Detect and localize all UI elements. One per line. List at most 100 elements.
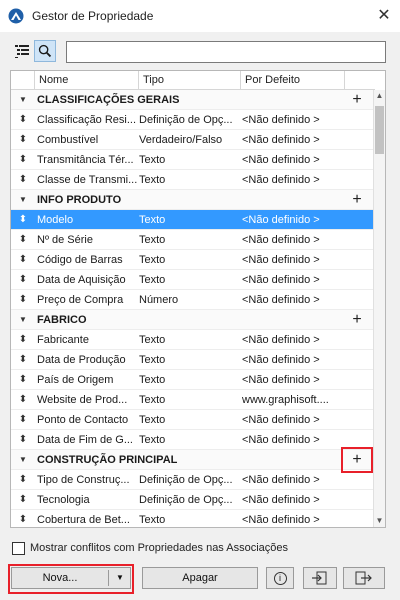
add-property-icon[interactable]: + xyxy=(348,310,366,330)
table-row[interactable]: ⬍ Data de Produção Texto <Não definido > xyxy=(11,350,375,370)
property-name: País de Origem xyxy=(37,374,114,386)
property-type: Texto xyxy=(139,234,166,246)
reorder-handle-icon[interactable]: ⬍ xyxy=(17,210,29,230)
reorder-handle-icon[interactable]: ⬍ xyxy=(17,470,29,490)
reorder-handle-icon[interactable]: ⬍ xyxy=(17,330,29,350)
property-type: Texto xyxy=(139,514,166,526)
property-default: <Não definido > xyxy=(242,294,320,306)
property-type: Verdadeiro/Falso xyxy=(139,134,223,146)
property-default: <Não definido > xyxy=(242,494,320,506)
reorder-handle-icon[interactable]: ⬍ xyxy=(17,150,29,170)
header-spacer xyxy=(11,71,35,90)
hierarchy-list-icon[interactable] xyxy=(11,40,33,62)
table-row[interactable]: ⬍ País de Origem Texto <Não definido > xyxy=(11,370,375,390)
table-rows: ▼ CLASSIFICAÇÕES GERAIS + ⬍ Classificação Re… xyxy=(11,90,375,527)
property-type: Definição de Opç... xyxy=(139,114,233,126)
column-header-default[interactable]: Por Defeito xyxy=(241,71,345,90)
collapse-triangle-icon[interactable]: ▼ xyxy=(19,310,27,330)
table-row[interactable]: ⬍ Código de Barras Texto <Não definido > xyxy=(11,250,375,270)
show-conflicts-label: Mostrar conflitos com Propriedades nas A… xyxy=(30,542,289,554)
property-name: Preço de Compra xyxy=(37,294,124,306)
property-type: Texto xyxy=(139,414,166,426)
export-button[interactable] xyxy=(343,567,385,589)
reorder-handle-icon[interactable]: ⬍ xyxy=(17,110,29,130)
property-default: <Não definido > xyxy=(242,274,320,286)
table-row[interactable]: ⬍ Fabricante Texto <Não definido > xyxy=(11,330,375,350)
reorder-handle-icon[interactable]: ⬍ xyxy=(17,510,29,527)
reorder-handle-icon[interactable]: ⬍ xyxy=(17,270,29,290)
table-row[interactable]: ⬍ Cobertura de Bet... Texto <Não definido > xyxy=(11,510,375,527)
show-conflicts-checkbox[interactable] xyxy=(12,541,25,555)
property-name: Ponto de Contacto xyxy=(37,414,129,426)
property-name: Data de Produção xyxy=(37,354,126,366)
window-title: Gestor de Propriedade xyxy=(32,9,154,23)
reorder-handle-icon[interactable]: ⬍ xyxy=(17,350,29,370)
property-default: <Não definido > xyxy=(242,254,320,266)
table-row[interactable]: ⬍ Classificação Resi... Definição de Opç..… xyxy=(11,110,375,130)
search-icon[interactable] xyxy=(34,40,56,62)
search-input[interactable] xyxy=(66,41,386,63)
table-row[interactable]: ⬍ Website de Prod... Texto www.graphisoft..… xyxy=(11,390,375,410)
delete-button[interactable]: Apagar xyxy=(142,567,258,589)
reorder-handle-icon[interactable]: ⬍ xyxy=(17,290,29,310)
reorder-handle-icon[interactable]: ⬍ xyxy=(17,370,29,390)
group-name: INFO PRODUTO xyxy=(37,194,122,206)
scrollbar-thumb[interactable] xyxy=(375,106,384,154)
scroll-down-icon[interactable]: ▼ xyxy=(374,515,385,527)
collapse-triangle-icon[interactable]: ▼ xyxy=(19,90,27,110)
property-type: Texto xyxy=(139,254,166,266)
show-conflicts-option[interactable]: Mostrar conflitos com Propriedades nas A… xyxy=(12,540,288,556)
collapse-triangle-icon[interactable]: ▼ xyxy=(19,190,27,210)
collapse-triangle-icon[interactable]: ▼ xyxy=(19,450,27,470)
info-button[interactable]: i xyxy=(266,567,294,589)
scroll-up-icon[interactable]: ▲ xyxy=(374,90,385,102)
table-row[interactable]: ⬍ Combustível Verdadeiro/Falso <Não definid… xyxy=(11,130,375,150)
property-type: Definição de Opç... xyxy=(139,474,233,486)
table-row[interactable]: ⬍ Tipo de Construç... Definição de Opç... <… xyxy=(11,470,375,490)
column-header-type[interactable]: Tipo xyxy=(139,71,241,90)
property-name: Tipo de Construç... xyxy=(37,474,130,486)
table-row[interactable]: ⬍ Tecnologia Definição de Opç... <Não defin… xyxy=(11,490,375,510)
property-default: <Não definido > xyxy=(242,354,320,366)
property-type: Texto xyxy=(139,354,166,366)
table-row[interactable]: ⬍ Classe de Transmi... Texto <Não definido … xyxy=(11,170,375,190)
close-icon[interactable]: ✕ xyxy=(374,6,394,26)
reorder-handle-icon[interactable]: ⬍ xyxy=(17,170,29,190)
reorder-handle-icon[interactable]: ⬍ xyxy=(17,230,29,250)
table-row[interactable]: ⬍ Data de Fim de G... Texto <Não definido > xyxy=(11,430,375,450)
table-row[interactable]: ⬍ Transmitância Tér... Texto <Não definido … xyxy=(11,150,375,170)
property-default: <Não definido > xyxy=(242,514,320,526)
reorder-handle-icon[interactable]: ⬍ xyxy=(17,250,29,270)
group-row[interactable]: ▼ FABRICO + xyxy=(11,310,375,330)
property-default: <Não definido > xyxy=(242,414,320,426)
table-row[interactable]: ⬍ Modelo Texto <Não definido > xyxy=(11,210,375,230)
group-row[interactable]: ▼ CONSTRUÇÃO PRINCIPAL + xyxy=(11,450,375,470)
toolbar xyxy=(0,32,400,70)
import-button[interactable] xyxy=(303,567,337,589)
reorder-handle-icon[interactable]: ⬍ xyxy=(17,430,29,450)
group-row[interactable]: ▼ CLASSIFICAÇÕES GERAIS + xyxy=(11,90,375,110)
property-type: Texto xyxy=(139,154,166,166)
property-default: www.graphisoft.... xyxy=(242,394,329,406)
group-row[interactable]: ▼ INFO PRODUTO + xyxy=(11,190,375,210)
table-row[interactable]: ⬍ Data de Aquisição Texto <Não definido > xyxy=(11,270,375,290)
vertical-scrollbar[interactable]: ▲ ▼ xyxy=(373,90,385,527)
archicad-app-icon xyxy=(8,8,24,24)
reorder-handle-icon[interactable]: ⬍ xyxy=(17,390,29,410)
property-name: Nº de Série xyxy=(37,234,93,246)
reorder-handle-icon[interactable]: ⬍ xyxy=(17,410,29,430)
table-row[interactable]: ⬍ Preço de Compra Número <Não definido > xyxy=(11,290,375,310)
table-row[interactable]: ⬍ Ponto de Contacto Texto <Não definido > xyxy=(11,410,375,430)
table-row[interactable]: ⬍ Nº de Série Texto <Não definido > xyxy=(11,230,375,250)
add-property-icon[interactable]: + xyxy=(348,190,366,210)
property-type: Texto xyxy=(139,174,166,186)
property-name: Modelo xyxy=(37,214,74,226)
reorder-handle-icon[interactable]: ⬍ xyxy=(17,490,29,510)
add-property-icon[interactable]: + xyxy=(348,90,366,110)
property-type: Texto xyxy=(139,214,166,226)
property-default: <Não definido > xyxy=(242,214,320,226)
column-header-name[interactable]: Nome xyxy=(35,71,139,90)
property-default: <Não definido > xyxy=(242,234,320,246)
reorder-handle-icon[interactable]: ⬍ xyxy=(17,130,29,150)
property-table: Nome Tipo Por Defeito ▼ CLASSIFICAÇÕES GE… xyxy=(10,70,386,528)
